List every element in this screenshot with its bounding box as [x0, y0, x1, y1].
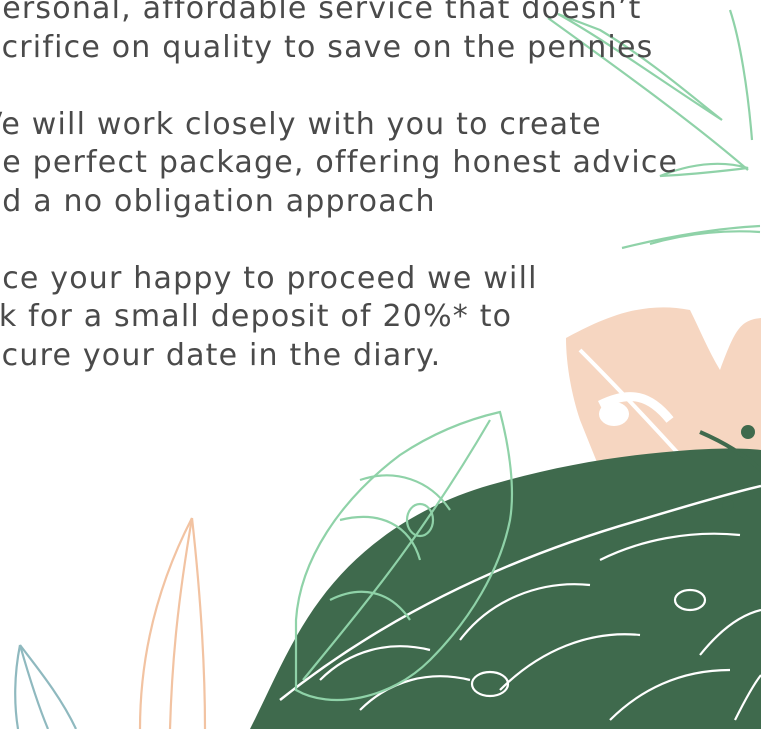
paragraph-2: Ve will work closely with you to create … — [0, 106, 678, 222]
body-text: personal, affordable service that doesn’… — [0, 0, 678, 414]
paragraph-1-line-1: personal, affordable service that doesn’… — [0, 0, 642, 26]
paragraph-3-line-2: sk for a small deposit of 20%* to — [0, 299, 513, 334]
paragraph-2-line-2: he perfect package, offering honest advi… — [0, 145, 679, 180]
dark-green-monstera-leaf — [250, 425, 761, 729]
paragraph-2-line-3: nd a no obligation approach — [0, 183, 436, 219]
paragraph-3-line-3: ecure your date in the diary. — [0, 337, 442, 373]
document-page: personal, affordable service that doesn’… — [0, 0, 761, 729]
teal-line-leaf — [14, 644, 77, 729]
paragraph-1: personal, affordable service that doesn’… — [0, 0, 678, 67]
peach-line-leaf — [138, 517, 207, 729]
paragraph-3: nce your happy to proceed we will sk for… — [0, 260, 678, 376]
paragraph-2-line-1: Ve will work closely with you to create — [0, 106, 602, 142]
paragraph-1-line-2: acrifice on quality to save on the penni… — [0, 29, 654, 65]
paragraph-3-line-1: nce your happy to proceed we will — [0, 260, 538, 296]
